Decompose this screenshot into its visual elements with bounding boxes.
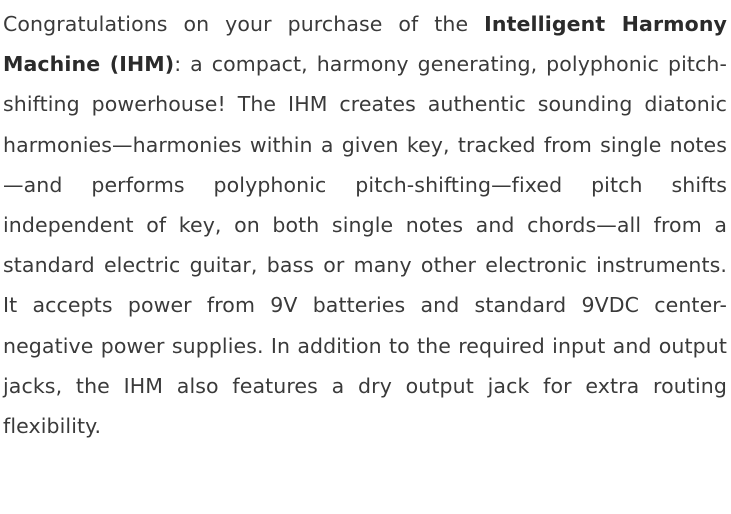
intro-text: Congratulations on your purchase of the <box>3 12 485 36</box>
intro-paragraph: Congratulations on your purchase of the … <box>3 4 727 446</box>
document-page: Congratulations on your purchase of the … <box>0 0 731 514</box>
paragraph-body: : a compact, harmony generating, polypho… <box>3 52 727 439</box>
